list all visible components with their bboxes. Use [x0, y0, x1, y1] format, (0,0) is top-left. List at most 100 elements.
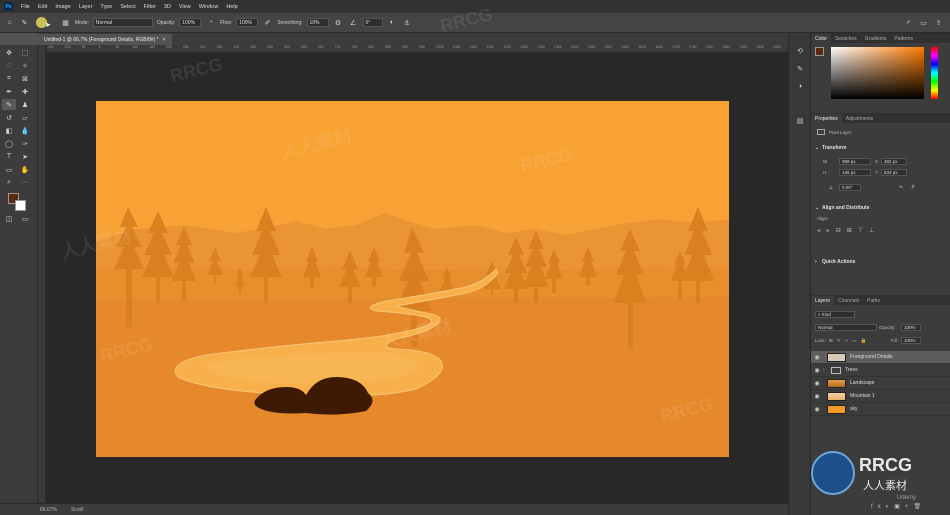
menu-view[interactable]: View — [179, 4, 191, 10]
tab-properties[interactable]: Properties — [811, 114, 842, 123]
menu-3d[interactable]: 3D — [164, 4, 171, 10]
tab-swatches[interactable]: Swatches — [831, 34, 861, 43]
move-tool-icon[interactable]: ✥ — [2, 47, 16, 58]
width-field[interactable]: 369 px — [839, 158, 871, 165]
eyedropper-tool-icon[interactable]: ✒ — [2, 86, 16, 97]
brush-tool-button-icon[interactable]: ✎ — [2, 99, 16, 110]
smoothing-field[interactable]: 10% — [306, 18, 329, 27]
brushes-panel-icon[interactable]: ✎ — [793, 63, 807, 74]
eraser-tool-icon[interactable]: ▱ — [18, 112, 32, 123]
more-tools-icon[interactable]: ··· — [18, 177, 32, 188]
align-buttons[interactable]: ⫷⫸⊟⊞⊤⊥ — [817, 227, 907, 235]
gradient-tool-icon[interactable]: ◧ — [2, 125, 16, 136]
pressure-opacity-icon[interactable]: ◔ — [205, 17, 216, 28]
quick-mask-icon[interactable]: ◫ — [2, 213, 16, 224]
color-fg-swatch[interactable] — [815, 47, 824, 56]
close-icon[interactable]: × — [163, 37, 166, 43]
workspace-icon[interactable]: ▭ — [918, 17, 929, 28]
flip-horizontal-icon[interactable]: ⇋ — [899, 184, 903, 190]
visibility-eye-icon[interactable]: ◉ — [811, 393, 823, 400]
tab-gradients[interactable]: Gradients — [861, 34, 891, 43]
menu-type[interactable]: Type — [100, 4, 112, 10]
pen-tool-icon[interactable]: ✑ — [18, 138, 32, 149]
visibility-eye-icon[interactable]: ◉ — [811, 354, 823, 361]
hue-slider[interactable] — [931, 47, 938, 99]
lasso-tool-icon[interactable]: ◌ — [2, 60, 16, 71]
airbrush-icon[interactable]: ✐ — [262, 17, 273, 28]
pressure-size-icon[interactable]: ◐ — [387, 17, 398, 28]
libraries-panel-icon[interactable]: ▤ — [793, 115, 807, 126]
tab-patterns[interactable]: Patterns — [890, 34, 917, 43]
menu-window[interactable]: Window — [199, 4, 219, 10]
menu-layer[interactable]: Layer — [79, 4, 93, 10]
menu-filter[interactable]: Filter — [144, 4, 156, 10]
artboard[interactable] — [96, 101, 729, 457]
ruler-horizontal[interactable]: 150 100 50 0 50 100 150 200 250 300 350 400 450 500 55… — [46, 45, 788, 53]
visibility-eye-icon[interactable]: ◉ — [811, 367, 823, 374]
background-color-swatch[interactable] — [15, 200, 26, 211]
layer-row[interactable]: ◉ Landscape — [811, 377, 950, 390]
marquee-tool-icon[interactable]: ⬚ — [18, 47, 32, 58]
menu-file[interactable]: File — [21, 4, 30, 10]
layer-opacity-field[interactable]: 100% — [901, 324, 921, 331]
dodge-tool-icon[interactable]: ◯ — [2, 138, 16, 149]
type-tool-icon[interactable]: T — [2, 151, 16, 162]
menu-help[interactable]: Help — [226, 4, 237, 10]
tab-adjustments[interactable]: Adjustments — [842, 114, 878, 123]
layer-row[interactable]: ◉ Mountain 1 — [811, 390, 950, 403]
patch-tool-icon[interactable]: ✚ — [18, 86, 32, 97]
mode-select[interactable]: Normal — [92, 18, 153, 27]
fill-field[interactable]: 100% — [901, 337, 921, 344]
brush-settings-icon[interactable]: ▦ — [60, 17, 71, 28]
tab-paths[interactable]: Paths — [863, 296, 884, 305]
adjust-panel-icon[interactable]: ◑ — [793, 81, 807, 92]
height-field[interactable]: 136 px — [839, 169, 871, 176]
blend-mode-select[interactable]: Normal — [815, 324, 877, 331]
chevron-down-icon[interactable]: ⌄ — [815, 145, 819, 151]
visibility-eye-icon[interactable]: ◉ — [811, 406, 823, 413]
opacity-field[interactable]: 100% — [179, 18, 202, 27]
history-panel-icon[interactable]: ⟲ — [793, 45, 807, 56]
share-icon[interactable]: ⇪ — [933, 17, 944, 28]
home-icon[interactable]: ⌂ — [4, 17, 15, 28]
menu-edit[interactable]: Edit — [38, 4, 47, 10]
y-field[interactable]: 832 px — [881, 169, 907, 176]
layer-row[interactable]: ◉ › Trees — [811, 364, 950, 377]
gear-icon[interactable]: ⚙ — [333, 17, 344, 28]
path-select-tool-icon[interactable]: ➤ — [18, 151, 32, 162]
flow-field[interactable]: 100% — [236, 18, 259, 27]
chevron-right-icon[interactable]: › — [823, 367, 831, 373]
crop-tool-icon[interactable]: ⌗ — [2, 73, 16, 84]
tab-channels[interactable]: Channels — [834, 296, 863, 305]
history-brush-tool-icon[interactable]: ↺ — [2, 112, 16, 123]
blur-tool-icon[interactable]: 💧 — [18, 125, 32, 136]
stamp-tool-icon[interactable]: ♟ — [18, 99, 32, 110]
flip-vertical-icon[interactable]: ⇵ — [911, 184, 915, 190]
symmetry-icon[interactable]: ⚓ — [402, 17, 413, 28]
layer-bottom-buttons[interactable]: fx◐▣+🗑 — [871, 503, 926, 510]
chevron-right-icon[interactable]: › — [815, 259, 817, 265]
angle-field[interactable]: 0° — [362, 18, 383, 27]
menu-image[interactable]: Image — [55, 4, 70, 10]
frame-tool-icon[interactable]: ⊠ — [18, 73, 32, 84]
shape-tool-icon[interactable]: ▭ — [2, 164, 16, 175]
layer-row[interactable]: ◉ Foreground Details — [811, 351, 950, 364]
kind-filter[interactable]: ⌕ Kind — [815, 311, 855, 318]
hand-tool-icon[interactable]: ✋ — [18, 164, 32, 175]
tab-layers[interactable]: Layers — [811, 296, 835, 305]
chevron-down-icon[interactable]: ⌄ — [815, 205, 819, 211]
visibility-eye-icon[interactable]: ◉ — [811, 380, 823, 387]
brush-tool-icon[interactable]: ✎ — [19, 17, 30, 28]
brush-preset-picker[interactable]: ➤ — [34, 16, 56, 30]
lock-icons[interactable]: ⊞✎⊹▭🔒 — [829, 338, 870, 344]
color-picker-field[interactable] — [831, 47, 924, 99]
zoom-tool-icon[interactable]: ⌕ — [2, 177, 16, 188]
zoom-level[interactable]: 66.67% — [40, 507, 57, 513]
tab-color[interactable]: Color — [811, 34, 831, 43]
angle-field[interactable]: 0.00° — [839, 184, 861, 191]
screen-mode-icon[interactable]: ▭ — [18, 213, 32, 224]
document-tab[interactable]: Untitled-1 @ 66.7% (Foreground Details, … — [38, 34, 172, 45]
quick-select-tool-icon[interactable]: ✧ — [18, 60, 32, 71]
ruler-vertical[interactable] — [38, 45, 46, 503]
x-field[interactable]: 482 px — [881, 158, 907, 165]
